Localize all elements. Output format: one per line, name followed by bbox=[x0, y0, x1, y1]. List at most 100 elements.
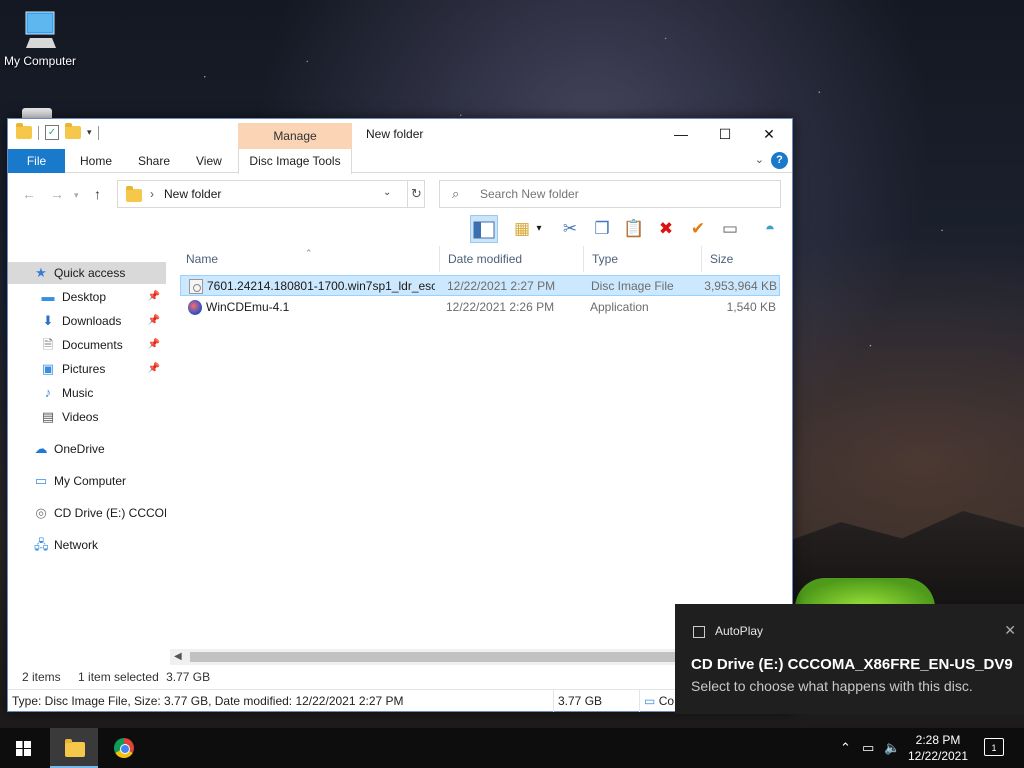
action-center-icon[interactable]: 1 bbox=[984, 738, 1004, 756]
tab-file[interactable]: File bbox=[8, 149, 65, 173]
search-input[interactable] bbox=[478, 185, 768, 203]
chevron-right-icon[interactable]: › bbox=[150, 187, 154, 201]
autoplay-icon bbox=[693, 626, 705, 638]
address-path[interactable]: New folder bbox=[164, 187, 221, 201]
chrome-icon bbox=[114, 738, 134, 758]
address-bar[interactable]: › New folder ⌄ ↻ bbox=[117, 180, 425, 208]
notification-title: CD Drive (E:) CCCOMA_X86FRE_EN-US_DV9 bbox=[691, 656, 1013, 673]
sidebar-item-pictures[interactable]: ▣ Pictures 📌 bbox=[8, 358, 166, 380]
cut-icon[interactable]: ✂ bbox=[556, 215, 584, 243]
file-name: 7601.24214.180801-1700.win7sp1_ldr_escr.… bbox=[207, 279, 435, 293]
sidebar-item-my-computer[interactable]: ▭ My Computer bbox=[8, 470, 166, 492]
cloud-icon: ☁ bbox=[34, 441, 48, 456]
search-box[interactable]: ⌕ bbox=[439, 180, 781, 208]
help-icon[interactable]: ? bbox=[771, 152, 788, 169]
clock-date: 12/22/2021 bbox=[907, 749, 969, 763]
disc-image-icon bbox=[189, 279, 203, 294]
sidebar-item-cd-drive[interactable]: ◎ CD Drive (E:) CCCOM bbox=[8, 502, 166, 524]
table-row[interactable]: WinCDEmu-4.1 12/22/2021 2:26 PM Applicat… bbox=[180, 297, 780, 318]
collapse-ribbon-icon[interactable]: ⌄ bbox=[755, 153, 764, 166]
folder-icon bbox=[65, 739, 85, 757]
pin-icon[interactable]: 📌 bbox=[148, 310, 160, 332]
clock-time: 2:28 PM bbox=[915, 733, 961, 747]
pin-icon[interactable]: 📌 bbox=[148, 286, 160, 308]
layout-dropdown-icon[interactable]: ▾ bbox=[532, 215, 546, 243]
sidebar-item-desktop[interactable]: ▬ Desktop 📌 bbox=[8, 286, 166, 308]
taskbar-file-explorer[interactable] bbox=[50, 728, 98, 768]
tab-manage[interactable]: Manage bbox=[238, 123, 352, 149]
tab-home[interactable]: Home bbox=[70, 149, 122, 173]
up-icon[interactable]: ↑ bbox=[94, 186, 101, 202]
application-icon bbox=[188, 300, 202, 315]
sidebar-item-onedrive[interactable]: ☁ OneDrive bbox=[8, 438, 166, 460]
navigation-pane: ★ Quick access ▬ Desktop 📌 ⬇ Downloads 📌… bbox=[8, 246, 168, 656]
file-name: WinCDEmu-4.1 bbox=[206, 300, 290, 314]
autoplay-notification[interactable]: AutoPlay ✕ CD Drive (E:) CCCOMA_X86FRE_E… bbox=[675, 604, 1024, 714]
sort-ascending-icon: ⌃ bbox=[305, 248, 313, 258]
column-header-size[interactable]: Size bbox=[702, 246, 782, 272]
close-icon[interactable]: ✕ bbox=[1004, 622, 1016, 639]
minimize-icon[interactable]: — bbox=[658, 119, 704, 149]
selection-count: 1 item selected bbox=[78, 670, 159, 684]
search-icon: ⌕ bbox=[452, 186, 460, 201]
refresh-icon[interactable]: ↻ bbox=[407, 181, 425, 207]
sidebar-item-quick-access[interactable]: ★ Quick access bbox=[8, 262, 166, 284]
system-clock[interactable]: 2:28 PM 12/22/2021 bbox=[902, 732, 974, 764]
properties-icon[interactable]: ✓ bbox=[45, 125, 59, 140]
horizontal-scrollbar[interactable]: ◀ bbox=[170, 649, 682, 665]
column-header-type[interactable]: Type bbox=[584, 246, 702, 272]
chevron-down-icon[interactable]: ⌄ bbox=[383, 187, 391, 198]
window-title: New folder bbox=[366, 127, 424, 141]
cd-drive-icon: ◎ bbox=[35, 505, 47, 520]
shell-icon[interactable]: ◓ bbox=[756, 215, 784, 243]
scroll-left-icon[interactable]: ◀ bbox=[174, 649, 182, 665]
file-date: 12/22/2021 2:27 PM bbox=[447, 279, 556, 293]
pin-icon[interactable]: 📌 bbox=[148, 334, 160, 356]
sidebar-item-network[interactable]: 🖧 Network bbox=[8, 534, 166, 556]
network-icon[interactable]: ▭ bbox=[862, 728, 874, 768]
scrollbar-thumb[interactable] bbox=[190, 652, 680, 662]
file-date: 12/22/2021 2:26 PM bbox=[446, 300, 555, 314]
music-icon: ♪ bbox=[44, 385, 52, 400]
pin-icon[interactable]: 📌 bbox=[148, 358, 160, 380]
chevron-up-icon[interactable]: ⌃ bbox=[840, 728, 851, 768]
back-icon[interactable]: ← bbox=[22, 186, 36, 202]
column-header-date[interactable]: Date modified bbox=[440, 246, 584, 272]
properties-panel-icon[interactable]: ▭ bbox=[716, 215, 744, 243]
copy-icon[interactable]: ❐ bbox=[588, 215, 616, 243]
sidebar-item-downloads[interactable]: ⬇ Downloads 📌 bbox=[8, 310, 166, 332]
file-type: Application bbox=[590, 300, 649, 314]
sidebar-item-videos[interactable]: ▤ Videos bbox=[8, 406, 166, 428]
rename-icon[interactable]: ✔ bbox=[684, 215, 712, 243]
column-header-name[interactable]: Name ⌃ bbox=[178, 246, 440, 272]
tab-share[interactable]: Share bbox=[128, 149, 180, 173]
selection-size: 3.77 GB bbox=[166, 670, 211, 684]
command-toolbar: ▦ ▾ ✂ ❐ 📋 ✖ ✔ ▭ ◓ bbox=[470, 215, 788, 245]
customize-toolbar-icon[interactable]: ▾ bbox=[87, 127, 92, 138]
volume-muted-icon[interactable]: 🔈 bbox=[884, 728, 900, 768]
network-icon: 🖧 bbox=[34, 537, 49, 552]
delete-icon[interactable]: ✖ bbox=[652, 215, 680, 243]
pictures-icon: ▣ bbox=[41, 361, 55, 376]
table-row[interactable]: 7601.24214.180801-1700.win7sp1_ldr_escr.… bbox=[180, 275, 780, 296]
taskbar-chrome[interactable] bbox=[100, 728, 148, 768]
windows-logo-icon bbox=[16, 741, 31, 756]
desktop-icon-my-computer[interactable]: My Computer bbox=[0, 8, 80, 68]
file-list: Name ⌃ Date modified Type Size 7601.2421… bbox=[178, 246, 792, 656]
download-icon: ⬇ bbox=[42, 313, 54, 328]
start-button[interactable] bbox=[0, 728, 48, 768]
tab-disc-image-tools[interactable]: Disc Image Tools bbox=[238, 149, 352, 174]
title-bar[interactable]: ✓ ▾ Manage New folder — ☐ ✕ bbox=[8, 119, 792, 149]
sidebar-item-music[interactable]: ♪ Music bbox=[8, 382, 166, 404]
maximize-icon[interactable]: ☐ bbox=[702, 119, 748, 149]
close-icon[interactable]: ✕ bbox=[746, 119, 792, 149]
paste-icon[interactable]: 📋 bbox=[620, 215, 648, 243]
new-folder-icon[interactable] bbox=[65, 123, 81, 139]
recent-locations-icon[interactable]: ▾ bbox=[74, 190, 79, 201]
details-info: Type: Disc Image File, Size: 3.77 GB, Da… bbox=[8, 690, 554, 712]
preview-pane-icon[interactable] bbox=[470, 215, 498, 243]
tab-view[interactable]: View bbox=[186, 149, 232, 173]
sidebar-item-documents[interactable]: 🗎 Documents 📌 bbox=[8, 334, 166, 356]
notification-count: 1 bbox=[991, 743, 997, 753]
forward-icon[interactable]: → bbox=[50, 186, 64, 202]
